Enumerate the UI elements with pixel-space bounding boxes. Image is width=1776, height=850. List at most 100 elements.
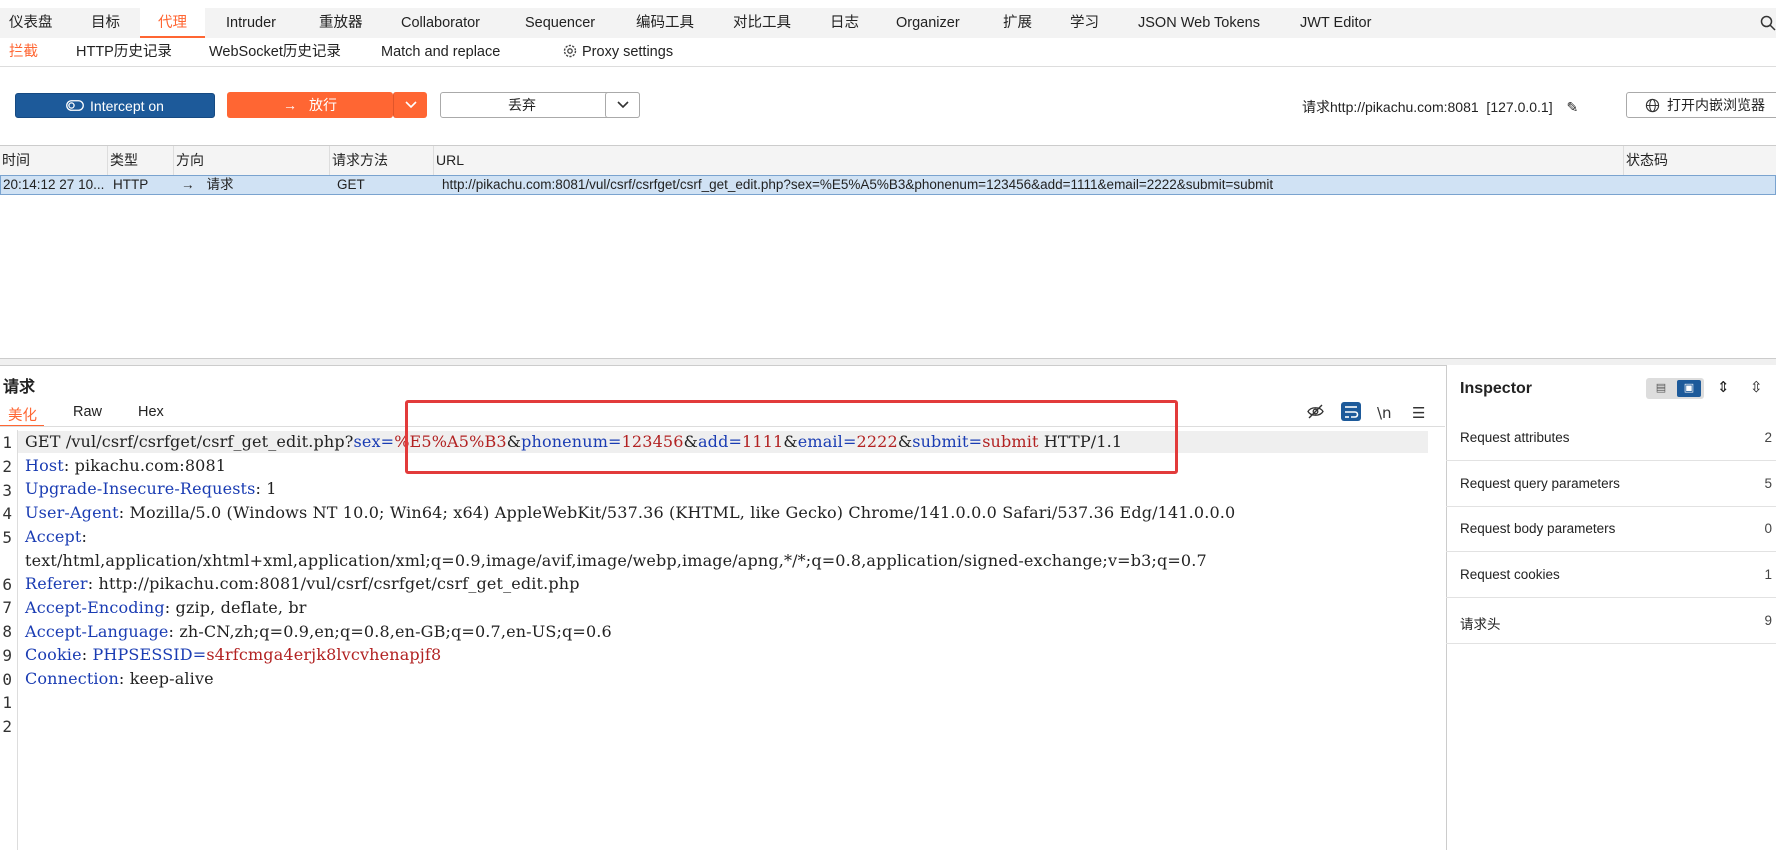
forward-button[interactable]: → 放行 [227, 92, 393, 118]
inspector-row-label: Request attributes [1460, 430, 1570, 445]
line-number: 1 [2, 693, 12, 712]
tab-pretty[interactable]: 美化 [8, 404, 37, 425]
tab-hex[interactable]: Hex [138, 404, 164, 420]
main-menu-bar: 仪表盘 目标 代理 Intruder 重放器 Collaborator Sequ… [0, 8, 1776, 39]
search-icon[interactable] [1760, 8, 1776, 38]
menu-logger[interactable]: 日志 [830, 8, 859, 38]
menu-comparer[interactable]: 对比工具 [733, 8, 791, 38]
inspector-row-request-attributes[interactable]: Request attributes 2 [1446, 416, 1776, 461]
tab-http-history[interactable]: HTTP历史记录 [76, 38, 172, 66]
request-line-prefix: GET /vul/csrf/csrfget/csrf_get_edit.php? [25, 432, 354, 451]
menu-target[interactable]: 目标 [91, 8, 120, 38]
inspector-row-label: Request body parameters [1460, 521, 1616, 536]
column-method[interactable]: 请求方法 [330, 146, 434, 175]
menu-sequencer[interactable]: Sequencer [525, 8, 595, 38]
collapse-icon[interactable]: ⇳ [1750, 378, 1763, 396]
forward-label: 放行 [309, 97, 337, 113]
layout-toggle[interactable]: ▤ ▣ [1646, 378, 1704, 399]
line-number: 6 [2, 575, 12, 594]
row-url: http://pikachu.com:8081/vul/csrf/csrfget… [442, 177, 1274, 192]
open-browser-button[interactable]: 打开内嵌浏览器 [1626, 92, 1776, 118]
header-name: Connection [25, 669, 119, 688]
inspector-row-label: Request query parameters [1460, 476, 1620, 491]
intercept-toggle-button[interactable]: Intercept on [15, 93, 215, 118]
line-number: 4 [2, 504, 12, 523]
line-number: 2 [2, 457, 12, 476]
intercept-label: Intercept on [90, 97, 164, 114]
menu-icon[interactable]: ☰ [1412, 404, 1425, 422]
line-number: 5 [2, 528, 12, 547]
menu-repeater[interactable]: 重放器 [319, 8, 363, 38]
menu-intruder[interactable]: Intruder [226, 8, 276, 38]
arrow-right-icon: → [283, 97, 297, 113]
row-time: 20:14:12 27 10... [3, 177, 105, 192]
menu-jwt-editor[interactable]: JWT Editor [1300, 8, 1371, 38]
header-line: Accept-Language: zh-CN,zh;q=0.9,en;q=0.8… [25, 622, 612, 641]
menu-collaborator[interactable]: Collaborator [401, 8, 480, 38]
column-time[interactable]: 时间 [0, 146, 108, 175]
line-number: 1 [2, 433, 12, 452]
tab-websocket-history[interactable]: WebSocket历史记录 [209, 38, 341, 66]
header-name: User-Agent [25, 503, 119, 522]
tab-raw[interactable]: Raw [73, 404, 102, 420]
tab-intercept[interactable]: 拦截 [9, 38, 38, 66]
tab-match-replace[interactable]: Match and replace [381, 38, 500, 66]
menu-decoder[interactable]: 编码工具 [636, 8, 694, 38]
menu-json-web-tokens[interactable]: JSON Web Tokens [1138, 8, 1260, 38]
menu-proxy[interactable]: 代理 [140, 8, 205, 38]
header-name: Cookie [25, 645, 82, 664]
inspector-row-label: 请求头 [1460, 617, 1501, 632]
arrow-right-icon: → [181, 177, 195, 192]
gear-icon [563, 44, 577, 58]
tab-proxy-settings[interactable]: Proxy settings [562, 38, 673, 66]
header-value: zh-CN,zh;q=0.9,en;q=0.8,en-GB;q=0.7,en-U… [174, 622, 612, 641]
request-target-info: 请求http://pikachu.com:8081 [127.0.0.1] ✎ [1302, 97, 1578, 117]
line-number: 0 [2, 670, 12, 689]
eye-slash-icon[interactable] [1307, 404, 1324, 423]
cookie-key: PHPSESSID [92, 645, 193, 664]
header-value: Mozilla/5.0 (Windows NT 10.0; Win64; x64… [124, 503, 1236, 522]
header-name: Accept-Language [25, 622, 169, 641]
request-pane-title: 请求 [3, 379, 36, 396]
newline-toggle[interactable]: \n [1377, 404, 1392, 422]
column-status[interactable]: 状态码 [1624, 146, 1776, 175]
menu-dashboard[interactable]: 仪表盘 [9, 8, 53, 38]
param-key: sex [353, 432, 381, 451]
row-method: GET [337, 177, 365, 192]
menu-extensions[interactable]: 扩展 [1003, 8, 1032, 38]
inspector-row-count: 0 [1764, 521, 1772, 536]
forward-dropdown-button[interactable] [393, 92, 427, 118]
drop-dropdown-button[interactable] [605, 92, 640, 118]
line-number: 9 [2, 646, 12, 665]
panel-layout-icon[interactable]: ▣ [1677, 380, 1701, 397]
header-line: Accept-Encoding: gzip, deflate, br [25, 598, 307, 617]
column-direction[interactable]: 方向 [174, 146, 330, 175]
inspector-row-headers[interactable]: 请求头 9 [1446, 599, 1776, 644]
drop-label: 丢弃 [508, 97, 536, 113]
pencil-icon[interactable]: ✎ [1566, 99, 1578, 115]
row-direction: → 请求 [179, 176, 234, 196]
menu-learn[interactable]: 学习 [1070, 8, 1099, 38]
inspector-row-count: 5 [1764, 476, 1772, 491]
inspector-row-cookies[interactable]: Request cookies 1 [1446, 553, 1776, 598]
wrap-lines-icon[interactable] [1341, 402, 1361, 425]
list-layout-icon[interactable]: ▤ [1652, 381, 1670, 396]
column-url[interactable]: URL [434, 146, 1624, 175]
expand-icon[interactable]: ⇕ [1717, 378, 1730, 396]
globe-icon [1645, 98, 1660, 112]
toggle-icon [66, 100, 84, 111]
row-direction-label: 请求 [206, 177, 234, 192]
inspector-row-body-parameters[interactable]: Request body parameters 0 [1446, 507, 1776, 552]
header-line: Connection: keep-alive [25, 669, 214, 688]
inspector-row-count: 2 [1764, 430, 1772, 445]
inspector-row-count: 1 [1764, 567, 1772, 582]
header-line: Referer: http://pikachu.com:8081/vul/csr… [25, 574, 580, 593]
menu-organizer[interactable]: Organizer [896, 8, 960, 38]
header-name: Upgrade-Insecure-Requests [25, 479, 256, 498]
header-line: Upgrade-Insecure-Requests: 1 [25, 479, 277, 498]
line-number: 7 [2, 598, 12, 617]
inspector-row-query-parameters[interactable]: Request query parameters 5 [1446, 462, 1776, 507]
header-name: Referer [25, 574, 88, 593]
column-type[interactable]: 类型 [108, 146, 174, 175]
table-row[interactable]: 20:14:12 27 10... HTTP → 请求 GET http://pi… [0, 175, 1776, 195]
